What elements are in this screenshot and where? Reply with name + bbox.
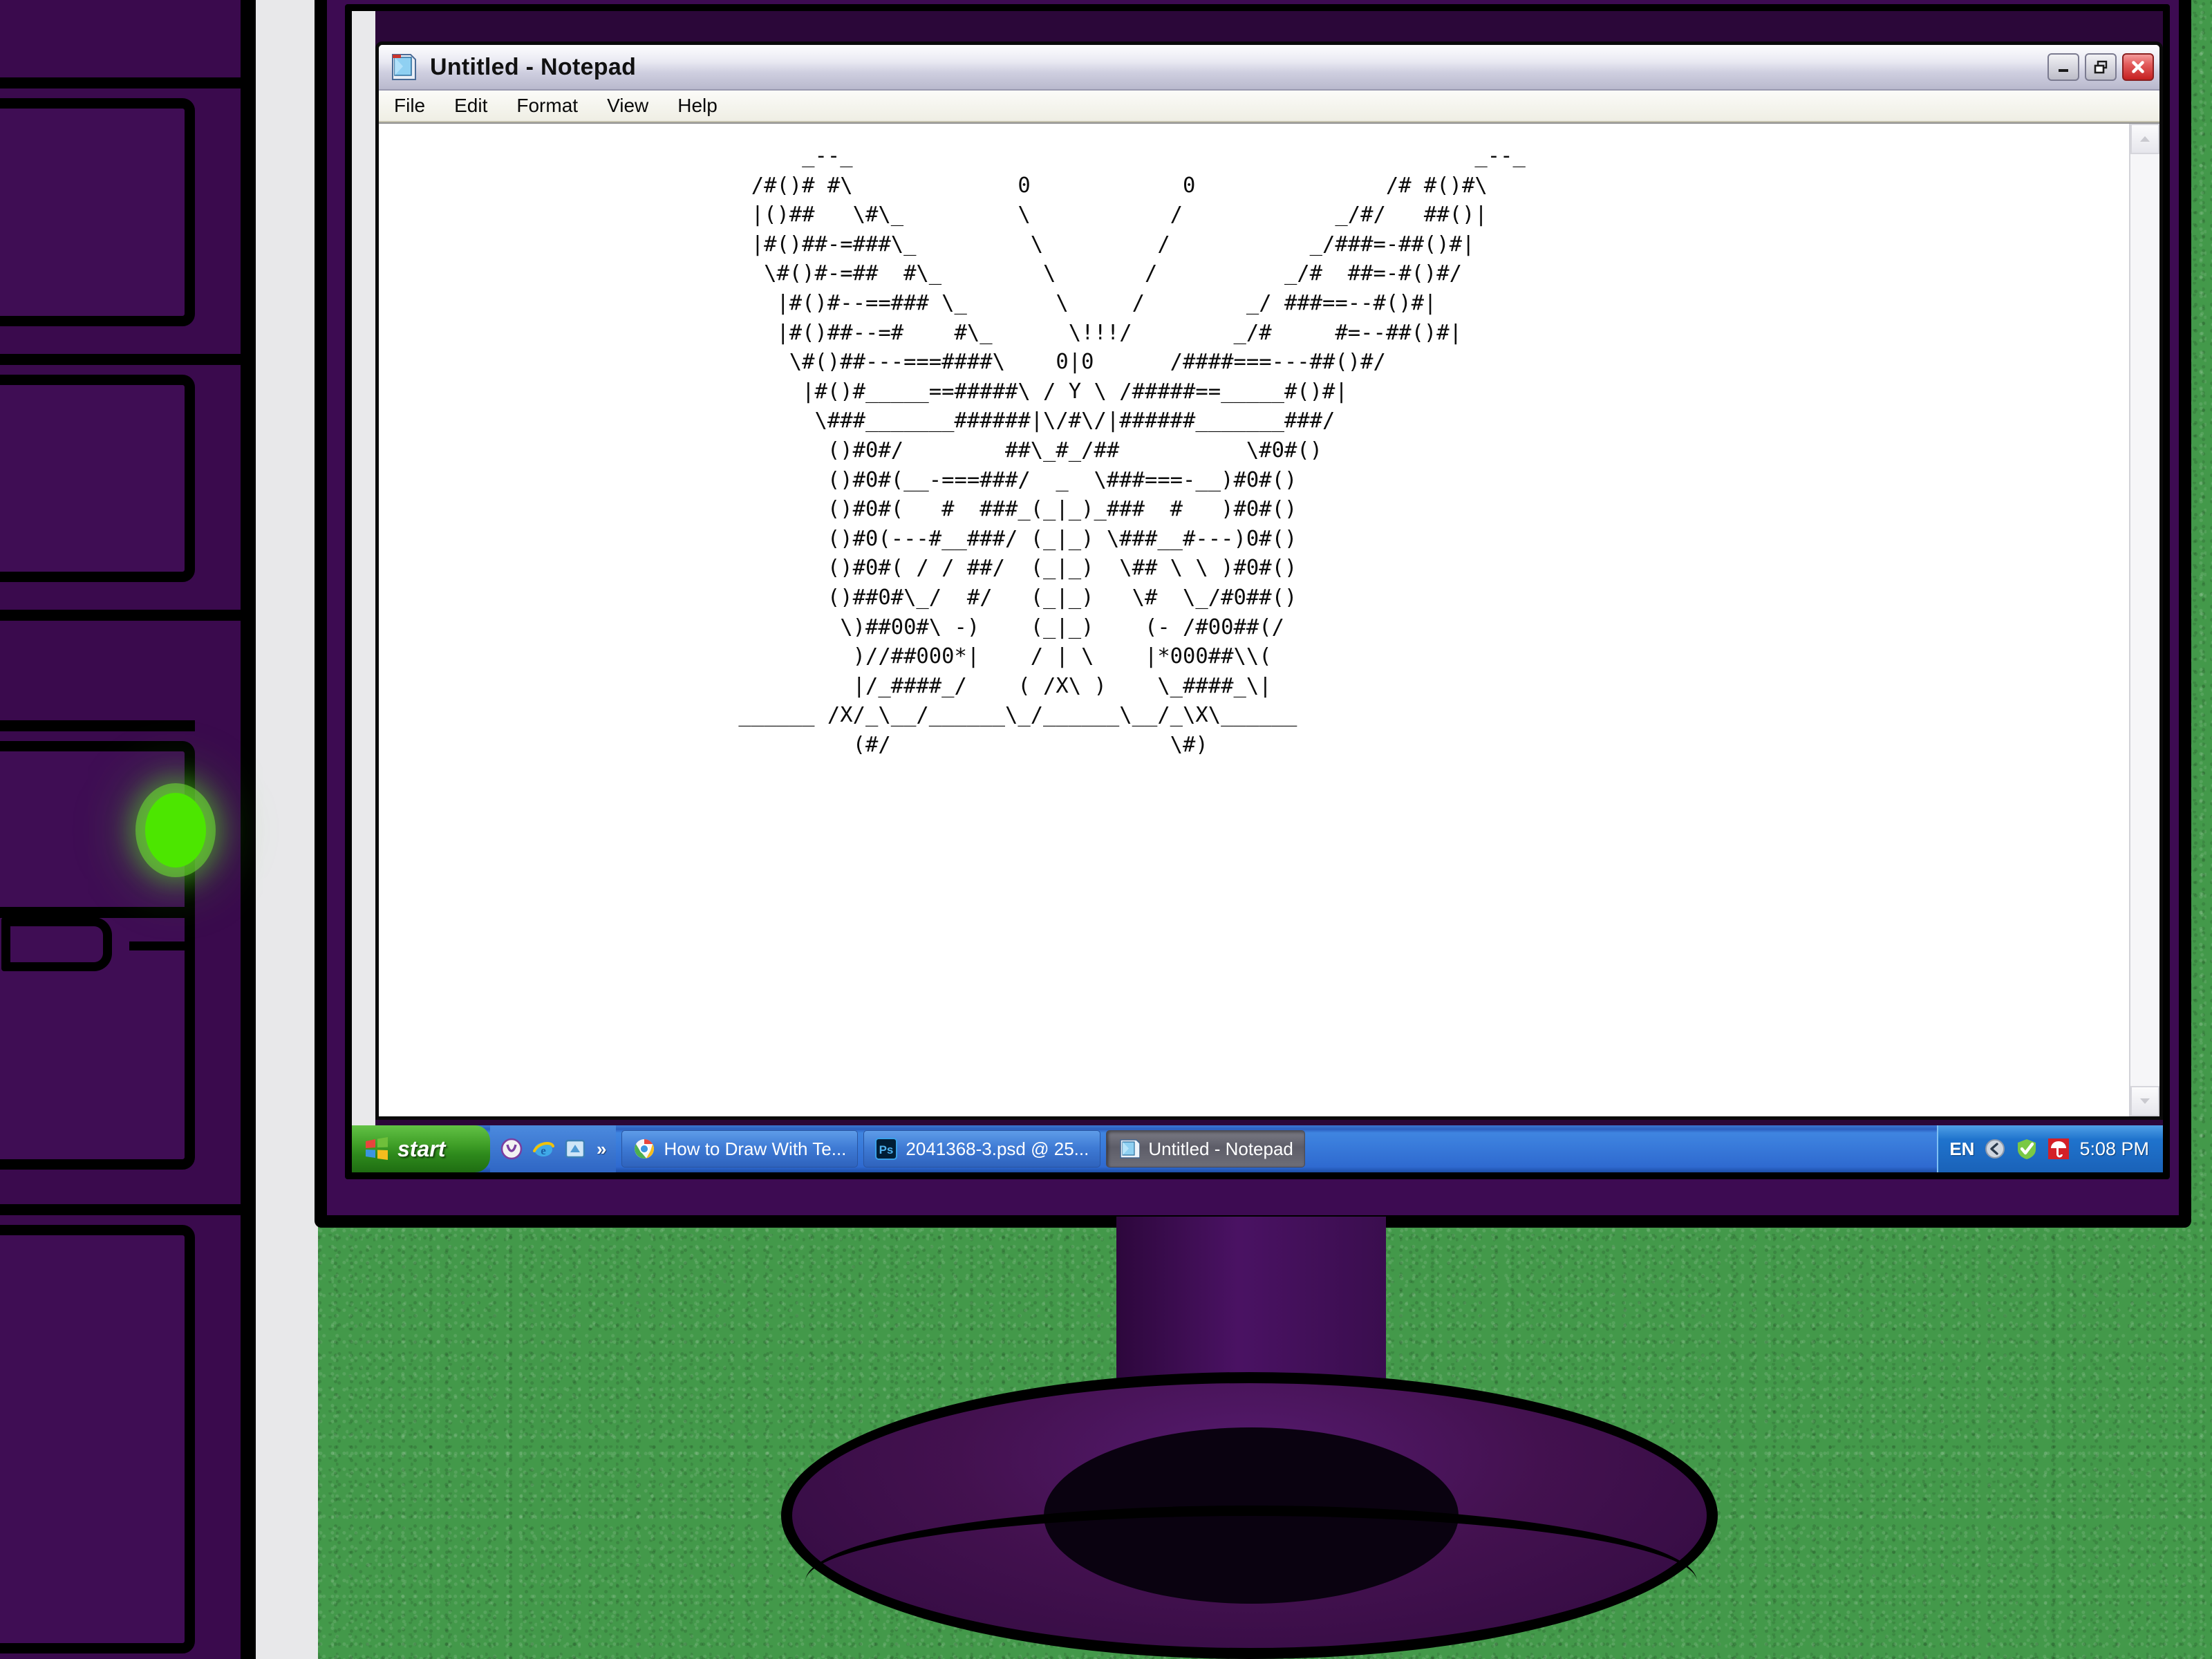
svg-text:Ps: Ps [879, 1143, 894, 1156]
close-button[interactable] [2122, 53, 2154, 81]
task-button-label: How to Draw With Te... [664, 1138, 847, 1159]
task-button-chrome[interactable]: How to Draw With Te... [621, 1130, 859, 1168]
tower-seam [0, 610, 241, 621]
taskbar: start e » How to Draw With Te... Ps 2041… [352, 1125, 2163, 1172]
task-button-label: 2041368-3.psd @ 25... [906, 1138, 1089, 1159]
task-button-label: Untitled - Notepad [1148, 1138, 1293, 1159]
desktop-background [352, 11, 375, 1172]
vertical-scrollbar[interactable] [2129, 124, 2159, 1116]
tower-bay-bottom [0, 1225, 195, 1653]
avira-antivirus-icon[interactable] [2047, 1138, 2070, 1160]
tower-seam [0, 1204, 241, 1215]
monitor-stand-seam [805, 1506, 1697, 1658]
language-indicator[interactable]: EN [1949, 1138, 1974, 1160]
usb-port-line [129, 941, 191, 950]
start-button[interactable]: start [352, 1125, 490, 1172]
tower-seam [0, 907, 195, 918]
tower-bay-middle [0, 375, 195, 582]
system-tray: EN 5:08 PM [1937, 1125, 2163, 1172]
menu-edit[interactable]: Edit [450, 93, 491, 118]
window-title: Untitled - Notepad [430, 53, 637, 80]
media-player-icon[interactable] [500, 1137, 523, 1161]
window-controls [2047, 53, 2154, 81]
quick-launch-bar: e » [490, 1125, 617, 1172]
menubar: File Edit Format View Help [379, 91, 2159, 122]
show-desktop-icon[interactable] [563, 1137, 587, 1161]
scrollbar-track[interactable] [2130, 154, 2159, 1086]
left-wall-panel [0, 0, 318, 1659]
screen: Untitled - Notepad File Edit Format View… [352, 11, 2163, 1172]
security-shield-icon[interactable] [2016, 1138, 2038, 1160]
minimize-button[interactable] [2047, 53, 2079, 81]
scroll-up-arrow[interactable] [2130, 124, 2159, 154]
tower-bay-upper [0, 98, 195, 326]
start-label: start [397, 1136, 446, 1161]
notepad-icon [388, 52, 419, 82]
internet-explorer-icon[interactable]: e [532, 1137, 555, 1161]
power-led[interactable] [145, 793, 206, 868]
menu-file[interactable]: File [390, 93, 429, 118]
desk-scene: Untitled - Notepad File Edit Format View… [0, 0, 2212, 1659]
computer-tower [0, 0, 256, 1659]
svg-text:e: e [541, 1144, 546, 1157]
tower-seam [0, 720, 195, 731]
task-button-photoshop[interactable]: Ps 2041368-3.psd @ 25... [863, 1130, 1101, 1168]
clock[interactable]: 5:08 PM [2079, 1138, 2149, 1160]
monitor: Untitled - Notepad File Edit Format View… [315, 0, 2191, 1228]
maximize-restore-button[interactable] [2085, 53, 2117, 81]
menu-help[interactable]: Help [673, 93, 722, 118]
chevron-left-icon[interactable] [1984, 1138, 2006, 1160]
task-button-list: How to Draw With Te... Ps 2041368-3.psd … [616, 1125, 1937, 1172]
windows-flag-icon [366, 1137, 388, 1160]
ascii-art-butterfly: _--_ _--_ /#()# #\ 0 0 /# #()#\ |()## \#… [738, 144, 1526, 757]
usb-port-icon [1, 917, 112, 971]
text-editor[interactable]: _--_ _--_ /#()# #\ 0 0 /# #()#\ |()## \#… [379, 124, 2129, 1116]
notepad-icon [1118, 1138, 1141, 1160]
notepad-window: Untitled - Notepad File Edit Format View… [375, 41, 2163, 1120]
quicklaunch-more-icon[interactable]: » [597, 1138, 606, 1160]
menu-view[interactable]: View [603, 93, 653, 118]
monitor-bezel: Untitled - Notepad File Edit Format View… [345, 4, 2170, 1179]
tower-seam [0, 77, 241, 88]
menu-format[interactable]: Format [512, 93, 582, 118]
chrome-icon [633, 1138, 655, 1160]
task-button-notepad[interactable]: Untitled - Notepad [1106, 1130, 1305, 1168]
window-titlebar[interactable]: Untitled - Notepad [379, 45, 2159, 91]
scroll-down-arrow[interactable] [2130, 1086, 2159, 1116]
tower-seam [0, 354, 241, 365]
photoshop-icon: Ps [875, 1138, 898, 1160]
editor-area: _--_ _--_ /#()# #\ 0 0 /# #()#\ |()## \#… [379, 122, 2159, 1116]
